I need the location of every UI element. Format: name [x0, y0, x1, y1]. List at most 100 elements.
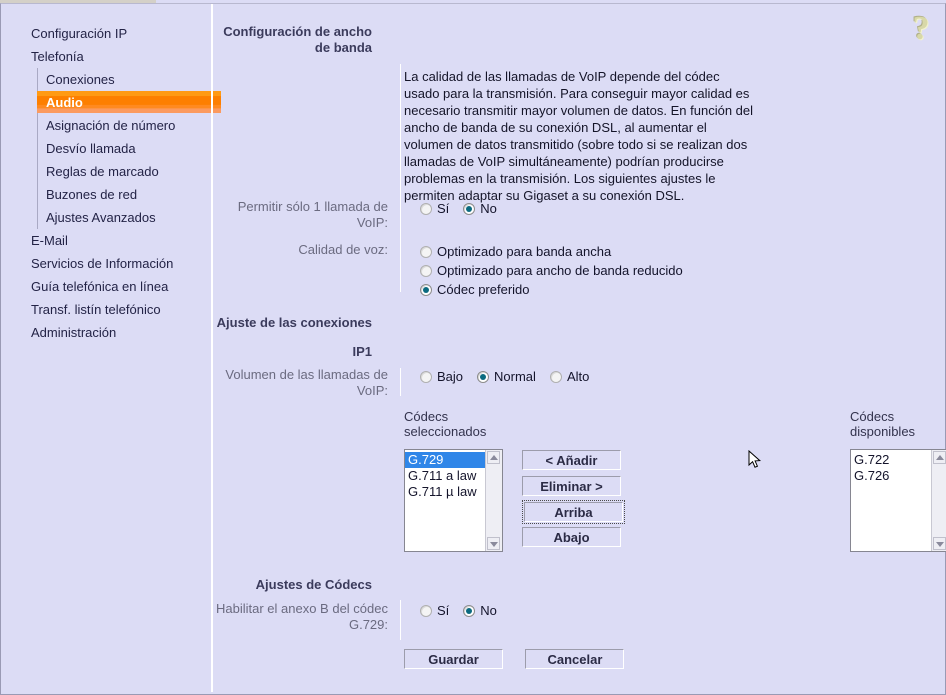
connection-name: IP1: [214, 344, 384, 360]
annex-b-option-1[interactable]: No: [463, 603, 497, 618]
form-action-buttons: Guardar Cancelar: [404, 649, 624, 669]
annex-b-option-label: No: [480, 603, 497, 618]
sidebar-item-e-mail[interactable]: E-Mail: [1, 229, 211, 252]
bandwidth-section-title: Configuración de ancho de banda: [214, 24, 384, 56]
available-codec-item[interactable]: G.722: [851, 452, 931, 468]
codec-settings-section-title: Ajustes de Códecs: [214, 577, 384, 593]
scroll-down-arrow-icon[interactable]: [933, 537, 946, 550]
volume-option-1[interactable]: Normal: [477, 369, 536, 384]
sidebar-item-label: Reglas de marcado: [46, 164, 159, 179]
row-only-one-voip-call: Permitir sólo 1 llamada de VoIP: SíNo: [214, 199, 774, 231]
remove-codec-button[interactable]: Eliminar >: [522, 476, 621, 496]
radio-unselected-icon[interactable]: [550, 371, 562, 383]
add-codec-button[interactable]: < Añadir: [522, 450, 621, 470]
sidebar-item-transf-listin-telefonico[interactable]: Transf. listín telefónico: [1, 298, 211, 321]
settings-page: Configuración IP Telefonía Conexiones Audio…: [0, 0, 946, 695]
sidebar-divider: [211, 4, 213, 692]
sidebar-item-conexiones[interactable]: Conexiones: [1, 68, 211, 91]
sidebar-item-guia-telefonica-en-linea[interactable]: Guía telefónica en línea: [1, 275, 211, 298]
radio-unselected-icon[interactable]: [420, 246, 432, 258]
bandwidth-description: La calidad de las llamadas de VoIP depen…: [404, 68, 756, 204]
sidebar-item-label: Servicios de Información: [31, 256, 173, 271]
radio-unselected-icon[interactable]: [420, 605, 432, 617]
volume-option-0[interactable]: Bajo: [420, 369, 463, 384]
sidebar-item-servicios-de-informacion[interactable]: Servicios de Información: [1, 252, 211, 275]
volume-option-2[interactable]: Alto: [550, 369, 589, 384]
only-one-call-option-label: No: [480, 201, 497, 216]
voice-quality-option-1[interactable]: Optimizado para ancho de banda reducido: [420, 261, 683, 280]
scroll-down-arrow-icon[interactable]: [487, 537, 500, 550]
voice-quality-option-0[interactable]: Optimizado para banda ancha: [420, 242, 683, 261]
selected-codec-item[interactable]: G.711 a law: [405, 468, 485, 484]
volume-option-label: Alto: [567, 369, 589, 384]
volume-radio-group[interactable]: Bajo Normal Alto: [420, 367, 603, 386]
available-codecs-items[interactable]: G.722G.726: [851, 450, 931, 551]
selected-codecs-label: Códecs seleccionados: [404, 409, 494, 439]
sidebar-item-reglas-de-marcado[interactable]: Reglas de marcado: [1, 160, 211, 183]
available-codecs-scrollbar[interactable]: [931, 450, 946, 551]
cancel-button[interactable]: Cancelar: [525, 649, 624, 669]
selected-codecs-scrollbar[interactable]: [485, 450, 502, 551]
selected-codecs-listbox[interactable]: G.729G.711 a lawG.711 µ law: [404, 449, 503, 552]
main-panel: ? Configuración de ancho de banda La cal…: [214, 4, 944, 692]
sidebar-item-label: Buzones de red: [46, 187, 137, 202]
save-button[interactable]: Guardar: [404, 649, 503, 669]
annex-b-radio-group[interactable]: Sí No: [420, 601, 511, 620]
sidebar: Configuración IP Telefonía Conexiones Audio…: [1, 4, 211, 692]
only-one-call-radio-group[interactable]: Sí No: [420, 199, 511, 218]
only-one-call-option-label: Sí: [437, 201, 449, 216]
radio-unselected-icon[interactable]: [420, 371, 432, 383]
radio-unselected-icon[interactable]: [420, 265, 432, 277]
sidebar-item-label: Desvío llamada: [46, 141, 136, 156]
available-codecs-listbox[interactable]: G.722G.726: [850, 449, 946, 552]
move-codec-down-button[interactable]: Abajo: [522, 527, 621, 547]
sidebar-item-configuracion-ip[interactable]: Configuración IP: [1, 22, 211, 45]
voice-quality-radio-group[interactable]: Optimizado para banda ancha Optimizado pa…: [420, 242, 697, 299]
sidebar-item-desvio-llamada[interactable]: Desvío llamada: [1, 137, 211, 160]
voice-quality-option-2[interactable]: Códec preferido: [420, 280, 683, 299]
sidebar-item-audio[interactable]: Audio: [1, 91, 211, 114]
sidebar-item-label: Telefonía: [31, 49, 84, 64]
radio-selected-icon[interactable]: [463, 605, 475, 617]
sidebar-item-label: Guía telefónica en línea: [31, 279, 168, 294]
voice-quality-option-label: Códec preferido: [437, 282, 530, 297]
up-codec-focus-ring: Arriba: [522, 500, 625, 524]
volume-option-label: Bajo: [437, 369, 463, 384]
selected-codec-item[interactable]: G.729: [405, 452, 485, 468]
only-one-call-option-0[interactable]: Sí: [420, 201, 449, 216]
radio-selected-icon[interactable]: [420, 284, 432, 296]
voice-quality-option-label: Optimizado para banda ancha: [437, 244, 611, 259]
scroll-up-arrow-icon[interactable]: [933, 451, 946, 464]
radio-selected-icon[interactable]: [477, 371, 489, 383]
row-volume: Volumen de las llamadas de VoIP: Bajo Nor…: [214, 367, 774, 399]
sidebar-item-administracion[interactable]: Administración: [1, 321, 211, 344]
volume-option-label: Normal: [494, 369, 536, 384]
sidebar-item-label: Conexiones: [46, 72, 115, 87]
sidebar-item-ajustes-avanzados[interactable]: Ajustes Avanzados: [1, 206, 211, 229]
row-voice-quality: Calidad de voz: Optimizado para banda an…: [214, 242, 774, 299]
help-icon[interactable]: ?: [908, 12, 934, 46]
sidebar-item-buzones-de-red[interactable]: Buzones de red: [1, 183, 211, 206]
voice-quality-option-label: Optimizado para ancho de banda reducido: [437, 263, 683, 278]
radio-unselected-icon[interactable]: [420, 203, 432, 215]
annex-b-option-0[interactable]: Sí: [420, 603, 449, 618]
available-codec-item[interactable]: G.726: [851, 468, 931, 484]
radio-selected-icon[interactable]: [463, 203, 475, 215]
available-codecs-label: Códecs disponibles: [850, 409, 940, 439]
volume-label: Volumen de las llamadas de VoIP:: [214, 367, 400, 399]
connections-section-title: Ajuste de las conexiones: [214, 315, 384, 331]
sidebar-item-label: Administración: [31, 325, 116, 340]
sidebar-item-asignacion-de-numero[interactable]: Asignación de número: [1, 114, 211, 137]
sidebar-item-label: Transf. listín telefónico: [31, 302, 161, 317]
move-codec-up-button[interactable]: Arriba: [524, 502, 623, 522]
row-annex-b: Habilitar el anexo B del códec G.729: Sí…: [214, 601, 774, 633]
selected-codec-item[interactable]: G.711 µ law: [405, 484, 485, 500]
available-codecs-block: Códecs disponibles G.722G.726: [850, 409, 940, 443]
sidebar-item-telefonia[interactable]: Telefonía: [1, 45, 211, 68]
sidebar-item-label: Ajustes Avanzados: [46, 210, 156, 225]
selected-codecs-items[interactable]: G.729G.711 a lawG.711 µ law: [405, 450, 485, 551]
scroll-up-arrow-icon[interactable]: [487, 451, 500, 464]
sidebar-item-label: Audio: [46, 95, 83, 110]
only-one-call-option-1[interactable]: No: [463, 201, 497, 216]
annex-b-label: Habilitar el anexo B del códec G.729:: [214, 601, 400, 633]
